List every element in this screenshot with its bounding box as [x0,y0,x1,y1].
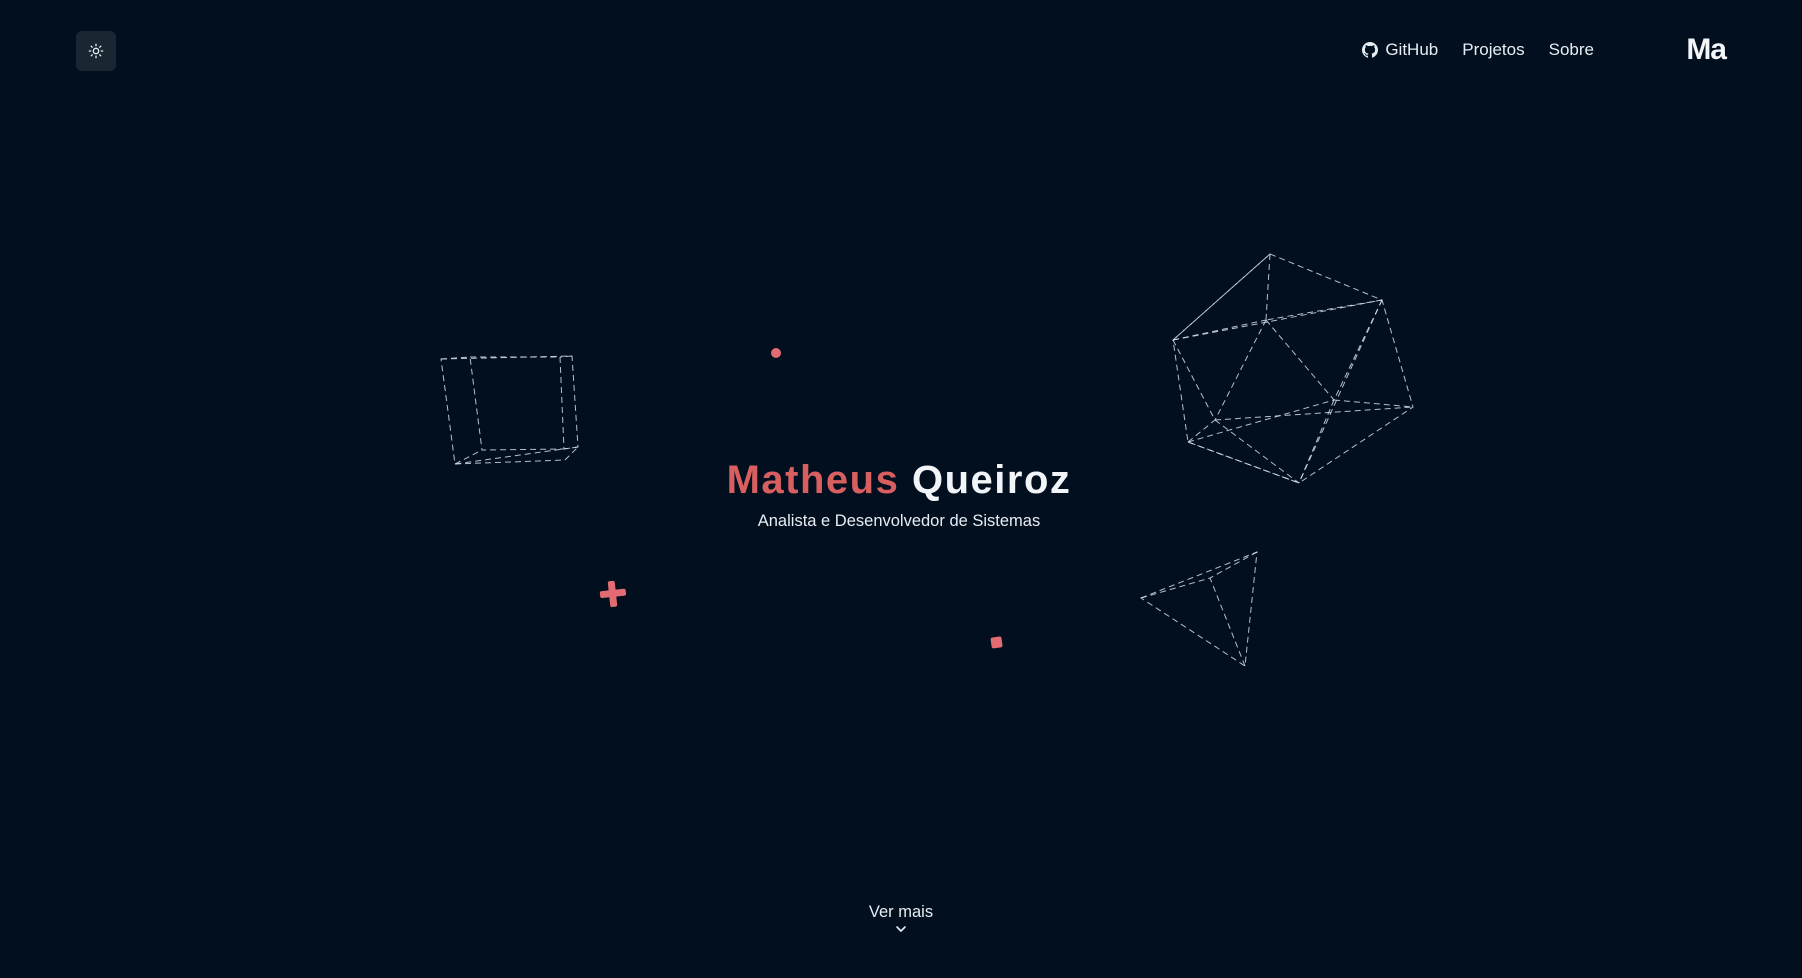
main-nav: GitHub Projetos Sobre [1362,36,1594,64]
nav-link-github[interactable]: GitHub [1362,40,1438,60]
wireframe-icosahedron-shape [1172,253,1414,484]
page: GitHub Projetos Sobre Ma Matheus Queiroz… [0,0,1802,978]
hero-last-name: Queiroz [911,458,1072,502]
hero-first-name: Matheus [726,458,900,502]
see-more-button[interactable]: Ver mais [0,902,1802,934]
see-more-label: Ver mais [868,903,934,921]
nav-link-label: GitHub [1385,40,1439,59]
chevron-down-icon [0,924,1802,934]
logo[interactable]: Ma [1686,30,1727,70]
theme-toggle-button[interactable] [76,31,116,71]
hero: Matheus Queiroz Analista e Desenvolvedor… [0,452,1802,531]
accent-plus-shape [599,580,627,608]
hero-title: Matheus Queiroz [0,452,1800,508]
nav-link-projetos[interactable]: Projetos [1462,40,1524,60]
nav-link-label: Projetos [1462,40,1525,59]
nav-link-label: Sobre [1548,40,1594,59]
accent-dot-shape [771,348,781,358]
sun-icon [88,43,104,59]
wireframe-tetrahedron-shape [1139,551,1258,667]
accent-square-shape [990,636,1003,649]
nav-link-sobre[interactable]: Sobre [1549,40,1594,60]
hero-subtitle: Analista e Desenvolvedor de Sistemas [757,512,1041,530]
wireframe-cube-shape [440,355,579,465]
github-icon [1362,42,1379,58]
